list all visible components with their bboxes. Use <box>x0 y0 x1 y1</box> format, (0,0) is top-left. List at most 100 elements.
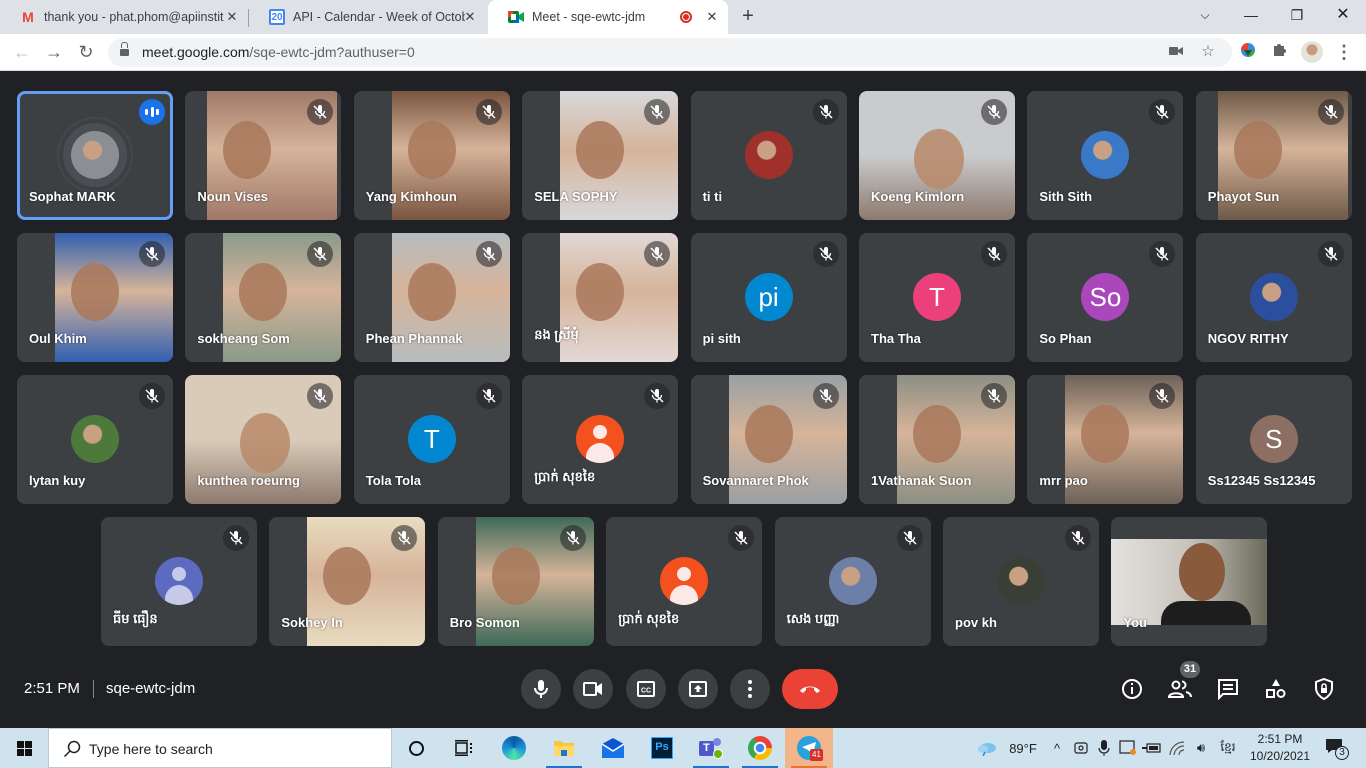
recording-indicator-icon <box>680 11 692 23</box>
battery-icon[interactable] <box>1141 728 1163 768</box>
participant-tile[interactable]: សេង បញ្ញា <box>774 517 931 646</box>
participant-tile[interactable]: Bro Somon <box>437 517 594 646</box>
participant-tile[interactable]: ប្រាក់ សុខខៃ <box>606 517 763 646</box>
more-options-button[interactable] <box>730 669 770 709</box>
participant-tile[interactable]: Phean Phannak <box>353 233 510 362</box>
minimize-button[interactable]: — <box>1228 0 1274 30</box>
close-window-button[interactable]: ✕ <box>1320 0 1366 30</box>
forward-button[interactable]: → <box>42 40 66 64</box>
participant-tile[interactable]: Oul Khim <box>17 233 173 362</box>
participant-tile[interactable]: Sophat MARK <box>17 91 173 220</box>
weather-temperature[interactable]: 89°F <box>1003 728 1043 768</box>
profile-avatar[interactable] <box>1301 41 1323 63</box>
camera-button[interactable] <box>573 669 613 709</box>
restore-button[interactable]: ❐ <box>1274 0 1320 30</box>
mic-off-icon <box>728 525 755 551</box>
taskbar-search-box[interactable]: Type here to search <box>48 728 392 768</box>
participant-tile[interactable]: lytan kuy <box>17 375 173 504</box>
participant-name: lytan kuy <box>29 473 86 488</box>
chat-button[interactable] <box>1215 676 1241 702</box>
extensions-puzzle-icon[interactable] <box>1269 41 1291 63</box>
participant-tile[interactable]: pi pi sith <box>690 233 847 362</box>
back-button[interactable]: ← <box>10 40 34 64</box>
microphone-button[interactable] <box>521 669 561 709</box>
taskbar-app-mail[interactable] <box>589 728 637 768</box>
participant-tile[interactable]: kunthea roeurng <box>185 375 342 504</box>
people-button[interactable] <box>1167 676 1193 702</box>
present-button[interactable] <box>678 669 718 709</box>
participant-tile[interactable]: ធីម ធឿន <box>101 517 257 646</box>
participant-tile[interactable]: T Tha Tha <box>859 233 1015 362</box>
taskbar-app-chrome[interactable] <box>736 728 784 768</box>
camera-in-use-icon[interactable] <box>1166 42 1186 62</box>
edge-icon <box>502 736 526 760</box>
close-tab-icon[interactable]: ✕ <box>704 9 720 25</box>
close-tab-icon[interactable]: ✕ <box>224 9 240 25</box>
participant-name: SELA SOPHY <box>534 189 618 204</box>
participant-tile[interactable]: SELA SOPHY <box>522 91 679 220</box>
address-bar[interactable]: meet.google.com/sqe-ewtc-jdm?authuser=0 … <box>108 38 1232 67</box>
windows-logo-icon <box>17 741 32 756</box>
participant-name: ប្រាក់ សុខខៃ <box>534 469 596 484</box>
participant-tile[interactable]: pov kh <box>943 517 1099 646</box>
taskbar-app-photoshop[interactable]: Ps <box>638 728 686 768</box>
browser-menu-icon[interactable]: ⋮ <box>1333 41 1355 63</box>
microphone-tray-icon[interactable] <box>1094 728 1114 768</box>
tab-title: API - Calendar - Week of Octobe <box>293 10 465 24</box>
tab-calendar[interactable]: 20 API - Calendar - Week of Octobe ✕ <box>249 0 486 34</box>
bookmark-star-icon[interactable]: ☆ <box>1198 42 1218 62</box>
participant-tile[interactable]: Sovannaret Phok <box>690 375 847 504</box>
participant-tile[interactable]: You <box>1111 517 1268 646</box>
start-button[interactable] <box>0 728 48 768</box>
show-hidden-icons-button[interactable]: ^ <box>1047 728 1067 768</box>
close-tab-icon[interactable]: ✕ <box>462 9 478 25</box>
participant-name: Ss12345 Ss12345 <box>1207 473 1316 488</box>
taskbar-app-file-explorer[interactable] <box>540 728 588 768</box>
folder-icon <box>554 741 574 756</box>
meeting-details-button[interactable] <box>1119 676 1145 702</box>
participant-name: Phayot Sun <box>1207 189 1280 204</box>
participant-tile[interactable]: NGOV RITHY <box>1195 233 1352 362</box>
volume-icon[interactable]: 🔊︎ <box>1190 728 1212 768</box>
camera-tray-icon[interactable] <box>1071 728 1091 768</box>
participant-tile[interactable]: sokheang Som <box>185 233 342 362</box>
participant-tile[interactable]: ប្រាក់ សុខខៃ <box>522 375 679 504</box>
participant-tile[interactable]: S Ss12345 Ss12345 <box>1195 375 1352 504</box>
participant-tile[interactable]: ti ti <box>690 91 847 220</box>
tab-meet[interactable]: Meet - sqe-ewtc-jdm ✕ <box>488 0 728 34</box>
taskbar-clock[interactable]: 2:51 PM 10/20/2021 <box>1244 731 1316 765</box>
tab-search-button[interactable]: ⌵ <box>1182 0 1228 30</box>
meet-now-tray-icon[interactable] <box>1117 728 1139 768</box>
participant-name: Oul Khim <box>29 331 87 346</box>
avatar-photo <box>1081 131 1130 179</box>
weather-icon[interactable] <box>974 728 1000 768</box>
wifi-icon[interactable] <box>1167 728 1187 768</box>
participant-tile[interactable]: T Tola Tola <box>353 375 510 504</box>
idm-extension-icon[interactable] <box>1237 41 1259 63</box>
host-controls-button[interactable] <box>1311 676 1337 702</box>
participant-tile[interactable]: Phayot Sun <box>1195 91 1352 220</box>
participant-tile[interactable]: 1Vathanak Suon <box>859 375 1015 504</box>
participant-tile[interactable]: mrr pao <box>1027 375 1184 504</box>
activities-button[interactable] <box>1263 676 1289 702</box>
participant-name: You <box>1123 615 1147 630</box>
participant-tile[interactable]: So So Phan <box>1027 233 1184 362</box>
taskbar-app-edge[interactable] <box>490 728 538 768</box>
task-view-button[interactable] <box>440 728 488 768</box>
reload-button[interactable]: ↻ <box>74 40 98 64</box>
notification-center-button[interactable]: 3 <box>1320 728 1350 768</box>
taskbar-app-teams[interactable]: T <box>687 728 735 768</box>
participant-tile[interactable]: Sokhey In <box>269 517 426 646</box>
participant-tile[interactable]: Noun Vises <box>185 91 342 220</box>
new-tab-button[interactable]: + <box>737 5 759 27</box>
leave-call-button[interactable] <box>782 669 838 709</box>
captions-button[interactable]: CC <box>626 669 666 709</box>
participant-tile[interactable]: នង ស្រីមុំ <box>522 233 679 362</box>
participant-tile[interactable]: Sith Sith <box>1027 91 1184 220</box>
participant-tile[interactable]: Koeng Kimlorn <box>859 91 1015 220</box>
participant-tile[interactable]: Yang Kimhoun <box>353 91 510 220</box>
tab-gmail[interactable]: M thank you - phat.phom@apiinstit ✕ <box>0 0 248 34</box>
taskbar-app-telegram[interactable]: 41 <box>785 728 833 768</box>
cortana-button[interactable] <box>392 728 440 768</box>
input-language-icon[interactable]: ខ្មែរ <box>1216 728 1240 768</box>
